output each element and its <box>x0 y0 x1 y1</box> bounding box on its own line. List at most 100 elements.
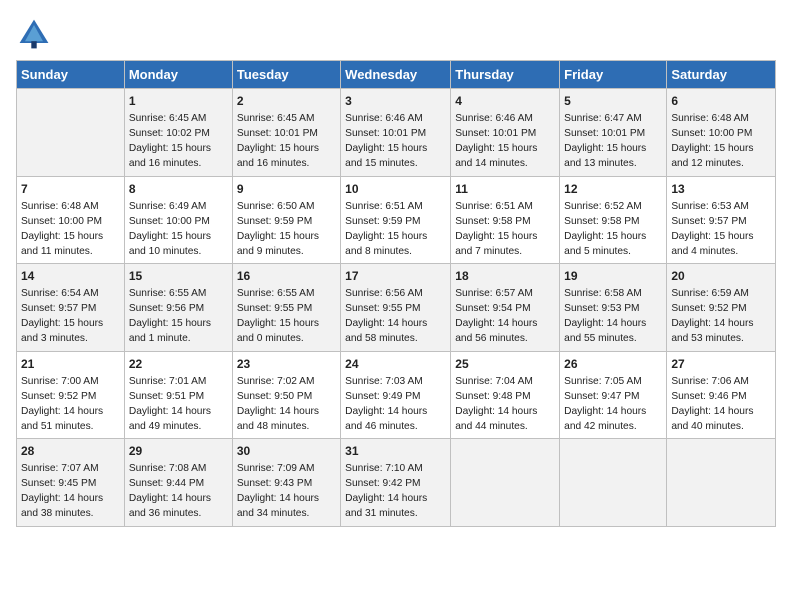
day-cell: 16 Sunrise: 6:55 AM Sunset: 9:55 PM Dayli… <box>232 264 340 352</box>
day-number: 6 <box>671 93 771 109</box>
day-cell: 27 Sunrise: 7:06 AM Sunset: 9:46 PM Dayli… <box>667 351 776 439</box>
day-cell: 19 Sunrise: 6:58 AM Sunset: 9:53 PM Dayli… <box>560 264 667 352</box>
day-cell <box>17 89 125 177</box>
day-cell: 2Sunrise: 6:45 AM Sunset: 10:01 PM Dayli… <box>232 89 340 177</box>
day-info: Sunrise: 6:55 AM Sunset: 9:56 PM Dayligh… <box>129 288 211 344</box>
day-cell: 29 Sunrise: 7:08 AM Sunset: 9:44 PM Dayli… <box>124 439 232 527</box>
day-cell: 12Sunrise: 6:52 AM Sunset: 9:58 PM Dayli… <box>560 176 667 264</box>
day-cell: 20 Sunrise: 6:59 AM Sunset: 9:52 PM Dayli… <box>667 264 776 352</box>
day-info: Sunrise: 6:45 AM Sunset: 10:01 PM Daylig… <box>237 113 319 169</box>
day-info: Sunrise: 6:51 AM Sunset: 9:59 PM Dayligh… <box>345 201 427 257</box>
day-number: 5 <box>564 93 662 109</box>
day-number: 15 <box>129 268 228 284</box>
day-number: 8 <box>129 181 228 197</box>
day-info: Sunrise: 7:03 AM Sunset: 9:49 PM Dayligh… <box>345 376 427 432</box>
day-info: Sunrise: 7:04 AM Sunset: 9:48 PM Dayligh… <box>455 376 537 432</box>
day-cell: 9 Sunrise: 6:50 AM Sunset: 9:59 PM Daylig… <box>232 176 340 264</box>
day-number: 20 <box>671 268 771 284</box>
day-number: 22 <box>129 356 228 372</box>
day-info: Sunrise: 7:06 AM Sunset: 9:46 PM Dayligh… <box>671 376 753 432</box>
day-info: Sunrise: 6:55 AM Sunset: 9:55 PM Dayligh… <box>237 288 319 344</box>
day-number: 30 <box>237 443 336 459</box>
day-header-monday: Monday <box>124 61 232 89</box>
day-cell: 25 Sunrise: 7:04 AM Sunset: 9:48 PM Dayli… <box>451 351 560 439</box>
day-number: 19 <box>564 268 662 284</box>
day-info: Sunrise: 7:09 AM Sunset: 9:43 PM Dayligh… <box>237 463 319 519</box>
day-info: Sunrise: 6:47 AM Sunset: 10:01 PM Daylig… <box>564 113 646 169</box>
day-cell: 10 Sunrise: 6:51 AM Sunset: 9:59 PM Dayli… <box>341 176 451 264</box>
day-info: Sunrise: 6:51 AM Sunset: 9:58 PM Dayligh… <box>455 201 537 257</box>
day-cell: 31 Sunrise: 7:10 AM Sunset: 9:42 PM Dayli… <box>341 439 451 527</box>
calendar-table: SundayMondayTuesdayWednesdayThursdayFrid… <box>16 60 776 527</box>
logo <box>16 16 58 52</box>
day-header-sunday: Sunday <box>17 61 125 89</box>
day-number: 17 <box>345 268 446 284</box>
day-number: 3 <box>345 93 446 109</box>
day-number: 7 <box>21 181 120 197</box>
day-info: Sunrise: 6:45 AM Sunset: 10:02 PM Daylig… <box>129 113 211 169</box>
day-header-thursday: Thursday <box>451 61 560 89</box>
day-header-tuesday: Tuesday <box>232 61 340 89</box>
day-info: Sunrise: 7:01 AM Sunset: 9:51 PM Dayligh… <box>129 376 211 432</box>
day-number: 31 <box>345 443 446 459</box>
day-info: Sunrise: 6:46 AM Sunset: 10:01 PM Daylig… <box>455 113 537 169</box>
day-cell: 22 Sunrise: 7:01 AM Sunset: 9:51 PM Dayli… <box>124 351 232 439</box>
day-info: Sunrise: 7:05 AM Sunset: 9:47 PM Dayligh… <box>564 376 646 432</box>
day-number: 16 <box>237 268 336 284</box>
days-header-row: SundayMondayTuesdayWednesdayThursdayFrid… <box>17 61 776 89</box>
header <box>16 16 776 52</box>
day-number: 12 <box>564 181 662 197</box>
day-cell: 3 Sunrise: 6:46 AM Sunset: 10:01 PM Dayli… <box>341 89 451 177</box>
day-number: 11 <box>455 181 555 197</box>
day-cell: 23 Sunrise: 7:02 AM Sunset: 9:50 PM Dayli… <box>232 351 340 439</box>
week-row-4: 21Sunrise: 7:00 AM Sunset: 9:52 PM Dayli… <box>17 351 776 439</box>
day-number: 27 <box>671 356 771 372</box>
day-info: Sunrise: 6:49 AM Sunset: 10:00 PM Daylig… <box>129 201 211 257</box>
day-number: 14 <box>21 268 120 284</box>
day-number: 10 <box>345 181 446 197</box>
logo-icon <box>16 16 52 52</box>
day-number: 9 <box>237 181 336 197</box>
day-number: 1 <box>129 93 228 109</box>
day-cell: 28Sunrise: 7:07 AM Sunset: 9:45 PM Dayli… <box>17 439 125 527</box>
day-cell: 18 Sunrise: 6:57 AM Sunset: 9:54 PM Dayli… <box>451 264 560 352</box>
day-info: Sunrise: 7:00 AM Sunset: 9:52 PM Dayligh… <box>21 376 103 432</box>
day-header-friday: Friday <box>560 61 667 89</box>
day-info: Sunrise: 7:02 AM Sunset: 9:50 PM Dayligh… <box>237 376 319 432</box>
day-cell: 11 Sunrise: 6:51 AM Sunset: 9:58 PM Dayli… <box>451 176 560 264</box>
day-info: Sunrise: 6:48 AM Sunset: 10:00 PM Daylig… <box>21 201 103 257</box>
day-cell: 5 Sunrise: 6:47 AM Sunset: 10:01 PM Dayli… <box>560 89 667 177</box>
day-header-wednesday: Wednesday <box>341 61 451 89</box>
day-info: Sunrise: 7:08 AM Sunset: 9:44 PM Dayligh… <box>129 463 211 519</box>
day-cell: 7 Sunrise: 6:48 AM Sunset: 10:00 PM Dayli… <box>17 176 125 264</box>
day-number: 25 <box>455 356 555 372</box>
day-cell: 4Sunrise: 6:46 AM Sunset: 10:01 PM Dayli… <box>451 89 560 177</box>
week-row-5: 28Sunrise: 7:07 AM Sunset: 9:45 PM Dayli… <box>17 439 776 527</box>
day-number: 24 <box>345 356 446 372</box>
day-header-saturday: Saturday <box>667 61 776 89</box>
week-row-3: 14 Sunrise: 6:54 AM Sunset: 9:57 PM Dayli… <box>17 264 776 352</box>
day-number: 29 <box>129 443 228 459</box>
day-cell: 15 Sunrise: 6:55 AM Sunset: 9:56 PM Dayli… <box>124 264 232 352</box>
day-info: Sunrise: 6:46 AM Sunset: 10:01 PM Daylig… <box>345 113 427 169</box>
day-number: 23 <box>237 356 336 372</box>
day-cell: 24 Sunrise: 7:03 AM Sunset: 9:49 PM Dayli… <box>341 351 451 439</box>
day-info: Sunrise: 6:59 AM Sunset: 9:52 PM Dayligh… <box>671 288 753 344</box>
day-cell: 6 Sunrise: 6:48 AM Sunset: 10:00 PM Dayli… <box>667 89 776 177</box>
day-number: 26 <box>564 356 662 372</box>
day-cell: 13Sunrise: 6:53 AM Sunset: 9:57 PM Dayli… <box>667 176 776 264</box>
day-info: Sunrise: 6:56 AM Sunset: 9:55 PM Dayligh… <box>345 288 427 344</box>
day-cell: 8 Sunrise: 6:49 AM Sunset: 10:00 PM Dayli… <box>124 176 232 264</box>
day-info: Sunrise: 6:58 AM Sunset: 9:53 PM Dayligh… <box>564 288 646 344</box>
day-info: Sunrise: 7:10 AM Sunset: 9:42 PM Dayligh… <box>345 463 427 519</box>
day-number: 18 <box>455 268 555 284</box>
day-info: Sunrise: 6:57 AM Sunset: 9:54 PM Dayligh… <box>455 288 537 344</box>
day-cell <box>451 439 560 527</box>
week-row-1: 1 Sunrise: 6:45 AM Sunset: 10:02 PM Dayli… <box>17 89 776 177</box>
day-info: Sunrise: 7:07 AM Sunset: 9:45 PM Dayligh… <box>21 463 103 519</box>
day-info: Sunrise: 6:48 AM Sunset: 10:00 PM Daylig… <box>671 113 753 169</box>
day-info: Sunrise: 6:50 AM Sunset: 9:59 PM Dayligh… <box>237 201 319 257</box>
day-cell: 21Sunrise: 7:00 AM Sunset: 9:52 PM Dayli… <box>17 351 125 439</box>
day-info: Sunrise: 6:54 AM Sunset: 9:57 PM Dayligh… <box>21 288 103 344</box>
day-cell: 30 Sunrise: 7:09 AM Sunset: 9:43 PM Dayli… <box>232 439 340 527</box>
